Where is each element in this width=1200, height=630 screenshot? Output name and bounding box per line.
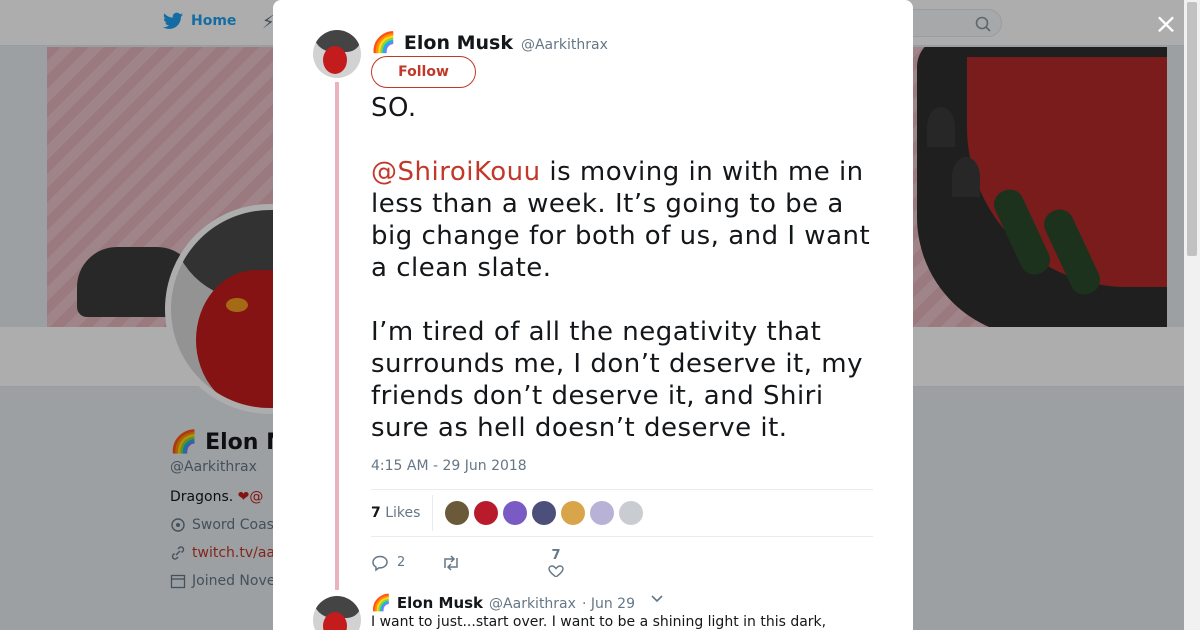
heart-icon <box>548 565 564 577</box>
scrollbar-thumb[interactable] <box>1187 2 1197 256</box>
liker-avatar[interactable] <box>474 501 499 525</box>
likes-label: Likes <box>385 505 421 521</box>
reply-icon <box>372 555 388 571</box>
tweet-author-name[interactable]: Elon Musk <box>404 32 513 54</box>
tweet-text-paragraph: @ShiroiKouu is moving in with me in less… <box>371 156 881 284</box>
follow-button[interactable]: Follow <box>371 56 476 88</box>
liker-avatar[interactable] <box>590 501 615 525</box>
tweet-header: 🌈 Elon Musk @Aarkithrax <box>371 30 608 54</box>
liker-avatar[interactable] <box>619 501 644 525</box>
reply-author-handle[interactable]: @Aarkithrax <box>489 596 576 612</box>
reply-text: I want to just...start over. I want to b… <box>371 614 827 630</box>
rainbow-icon: 🌈 <box>371 30 396 54</box>
reply-button[interactable]: 2 <box>371 554 441 572</box>
tweet-text-paragraph: I’m tired of all the negativity that sur… <box>371 317 863 443</box>
tweet-actions: 2 7 <box>371 548 571 577</box>
liker-avatar[interactable] <box>503 501 528 525</box>
retweet-icon <box>444 554 458 571</box>
liker-avatar[interactable] <box>532 501 557 525</box>
tweet-author-handle[interactable]: @Aarkithrax <box>521 37 608 53</box>
tweet-timestamp[interactable]: 4:15 AM - 29 Jun 2018 <box>371 458 527 474</box>
likes-count: 7 <box>371 505 381 521</box>
liker-avatar[interactable] <box>445 501 470 525</box>
chevron-down-icon[interactable] <box>650 594 664 604</box>
rainbow-icon: 🌈 <box>371 593 391 612</box>
tweet-mention[interactable]: @ShiroiKouu <box>371 157 541 187</box>
scrollbar[interactable] <box>1184 0 1200 630</box>
likes-stat[interactable]: 7 Likes <box>371 495 434 531</box>
like-count: 7 <box>551 548 561 563</box>
reply-count: 2 <box>397 555 406 570</box>
reply-date[interactable]: · Jun 29 <box>582 596 635 612</box>
liker-avatar[interactable] <box>561 501 586 525</box>
reply-header: 🌈 Elon Musk @Aarkithrax · Jun 29 <box>371 593 635 612</box>
reply-author-avatar[interactable] <box>313 596 361 630</box>
tweet-author-avatar[interactable] <box>313 30 361 78</box>
tweet-text: SO. @ShiroiKouu is moving in with me in … <box>371 92 881 444</box>
like-button[interactable]: 7 <box>541 548 571 577</box>
tweet-text-line: SO. <box>371 93 417 123</box>
reply-tweet[interactable]: 🌈 Elon Musk @Aarkithrax · Jun 29 I want … <box>273 590 913 630</box>
reply-author-name[interactable]: Elon Musk <box>397 594 483 612</box>
liker-avatars <box>445 501 644 525</box>
tweet-stats: 7 Likes <box>371 489 873 537</box>
thread-line <box>335 82 339 590</box>
close-icon[interactable]: × <box>1154 10 1178 38</box>
retweet-button[interactable] <box>441 554 541 571</box>
tweet-modal: 🌈 Elon Musk @Aarkithrax Follow SO. @Shir… <box>273 0 913 630</box>
